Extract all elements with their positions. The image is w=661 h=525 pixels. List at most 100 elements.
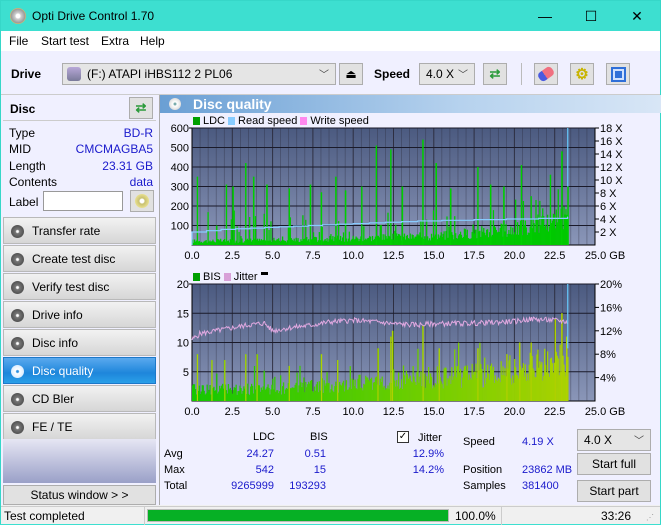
ldc-peak <box>390 149 392 245</box>
nav-label: CD Bler <box>32 392 75 406</box>
left-panel: Disc ⇄ Type BD-R MID CMCMAGBA5 Length 23… <box>1 95 159 505</box>
close-button[interactable]: ✕ <box>614 1 660 31</box>
nav-label: Transfer rate <box>32 224 101 238</box>
drive-label: Drive <box>11 67 42 81</box>
menu-file[interactable]: File <box>9 34 28 48</box>
nav-fe-te[interactable]: FE / TE <box>3 413 156 440</box>
disc-header: Disc ⇄ <box>3 97 156 121</box>
speed-value: 4.19 X <box>522 436 554 448</box>
menu-extra[interactable]: Extra <box>101 34 129 48</box>
status-bar: Test completed 100.0% 33:26 ⋰ <box>1 506 660 525</box>
y-right-tick-label: 10 X <box>600 175 623 187</box>
status-divider <box>144 507 145 525</box>
nav-transfer-rate[interactable]: Transfer rate <box>3 217 156 244</box>
y-tick-label: 600 <box>171 123 189 135</box>
nav-disc-quality[interactable]: Disc quality <box>3 357 156 384</box>
info-value: 23.31 GB <box>102 159 153 173</box>
x-tick-label: 5.0 <box>265 406 280 418</box>
jitter-checkbox[interactable]: ✓ <box>397 431 409 443</box>
start-part-button[interactable]: Start part <box>577 480 651 502</box>
menu-help[interactable]: Help <box>140 34 165 48</box>
legend-marker <box>260 271 268 275</box>
eraser-icon <box>536 65 556 83</box>
y-right-tick-label: 12 X <box>600 162 623 174</box>
y-tick-label: 100 <box>171 221 189 233</box>
x-tick-label: 22.5 <box>544 250 565 262</box>
chevron-down-icon: ﹀ <box>319 70 329 81</box>
info-value: CMCMAGBA5 <box>75 142 153 156</box>
disc-refresh-button[interactable]: ⇄ <box>129 97 153 119</box>
speed-select[interactable]: 4.0 X ﹀ <box>419 63 475 85</box>
drive-select[interactable]: (F:) ATAPI iHBS112 2 PL06 ﹀ <box>62 63 336 85</box>
label-input[interactable] <box>43 191 123 211</box>
stats-avg-ldc: 24.27 <box>246 448 274 460</box>
ldc-peak <box>375 145 377 245</box>
disc-info-length: Length 23.31 GB <box>9 159 153 173</box>
nav-label: Create test disc <box>32 252 116 266</box>
nav-drive-info[interactable]: Drive info <box>3 301 156 328</box>
window-title: Opti Drive Control 1.70 <box>32 9 155 23</box>
samples-value: 381400 <box>522 480 559 492</box>
bis-peak <box>519 342 521 401</box>
info-label: MID <box>9 142 31 156</box>
disc-test-icon <box>11 365 24 378</box>
drive-icon <box>67 67 81 81</box>
stats-max-jitter: 14.2% <box>412 464 444 476</box>
maximize-button[interactable]: ☐ <box>568 1 614 31</box>
y-right-tick-label: 8% <box>600 349 616 361</box>
ldc-peak <box>196 176 199 245</box>
bis-peak <box>391 330 394 401</box>
disc-header-title: Disc <box>10 102 36 116</box>
disc-quality-icon <box>169 98 181 110</box>
stats-row-total-label: Total <box>164 480 188 492</box>
test-speed-select[interactable]: 4.0 X ﹀ <box>577 429 651 451</box>
nav-cd-bler[interactable]: CD Bler <box>3 385 156 412</box>
nav-verify-test-disc[interactable]: Verify test disc <box>3 273 156 300</box>
x-tick-label: 0.0 <box>184 250 199 262</box>
chevron-down-icon: ﹀ <box>634 436 644 447</box>
ldc-peak <box>345 190 347 245</box>
disc-test-icon <box>11 393 24 406</box>
save-icon <box>610 66 626 82</box>
x-tick-label: 7.5 <box>305 406 320 418</box>
disc-test-icon <box>11 337 24 350</box>
progress-bar <box>147 509 449 522</box>
save-button[interactable] <box>606 63 630 85</box>
disc-info-mid: MID CMCMAGBA5 <box>9 142 153 156</box>
eject-button[interactable]: ⏏ <box>339 63 363 85</box>
bis-peak <box>506 354 508 401</box>
disc-test-icon <box>11 309 24 322</box>
y-tick-label: 200 <box>171 201 189 213</box>
y-right-tick-label: 4% <box>600 373 616 385</box>
settings-button[interactable]: ⚙ <box>570 63 594 85</box>
nav-disc-info[interactable]: Disc info <box>3 329 156 356</box>
y-tick-label: 400 <box>171 162 189 174</box>
ldc-peak <box>401 186 403 245</box>
toolbar-separator <box>521 63 522 85</box>
y-tick-label: 10 <box>177 338 189 350</box>
x-tick-label: 10.0 <box>342 250 363 262</box>
refresh-button[interactable]: ⇄ <box>483 63 507 85</box>
ldc-peak <box>266 184 268 245</box>
nav-label: Verify test disc <box>32 280 110 294</box>
ldc-chart: 100 200 300 400 500 600 2 X4 X6 X8 X10 X12 X14… <box>171 123 626 262</box>
resize-grip-icon[interactable]: ⋰ <box>646 513 654 522</box>
position-value: 23862 MB <box>522 464 573 476</box>
minimize-button[interactable]: — <box>522 1 568 31</box>
nav-label: Drive info <box>32 308 83 322</box>
status-window-button[interactable]: Status window > > <box>3 485 156 505</box>
x-tick-label: 5.0 <box>265 250 280 262</box>
bis-peak <box>224 360 226 401</box>
menu-start-test[interactable]: Start test <box>41 34 89 48</box>
stats-total-bis: 193293 <box>289 480 326 492</box>
y-right-tick-label: 20% <box>600 279 622 291</box>
label-field-label: Label <box>9 195 39 209</box>
stats-row-max-label: Max <box>164 464 185 476</box>
erase-button[interactable] <box>534 63 558 85</box>
start-full-button[interactable]: Start full <box>577 453 651 475</box>
ldc-peak <box>216 225 218 245</box>
y-right-tick-label: 12% <box>600 326 622 338</box>
label-disc-button[interactable] <box>130 190 154 212</box>
y-right-tick-label: 14 X <box>600 149 623 161</box>
nav-create-test-disc[interactable]: Create test disc <box>3 245 156 272</box>
